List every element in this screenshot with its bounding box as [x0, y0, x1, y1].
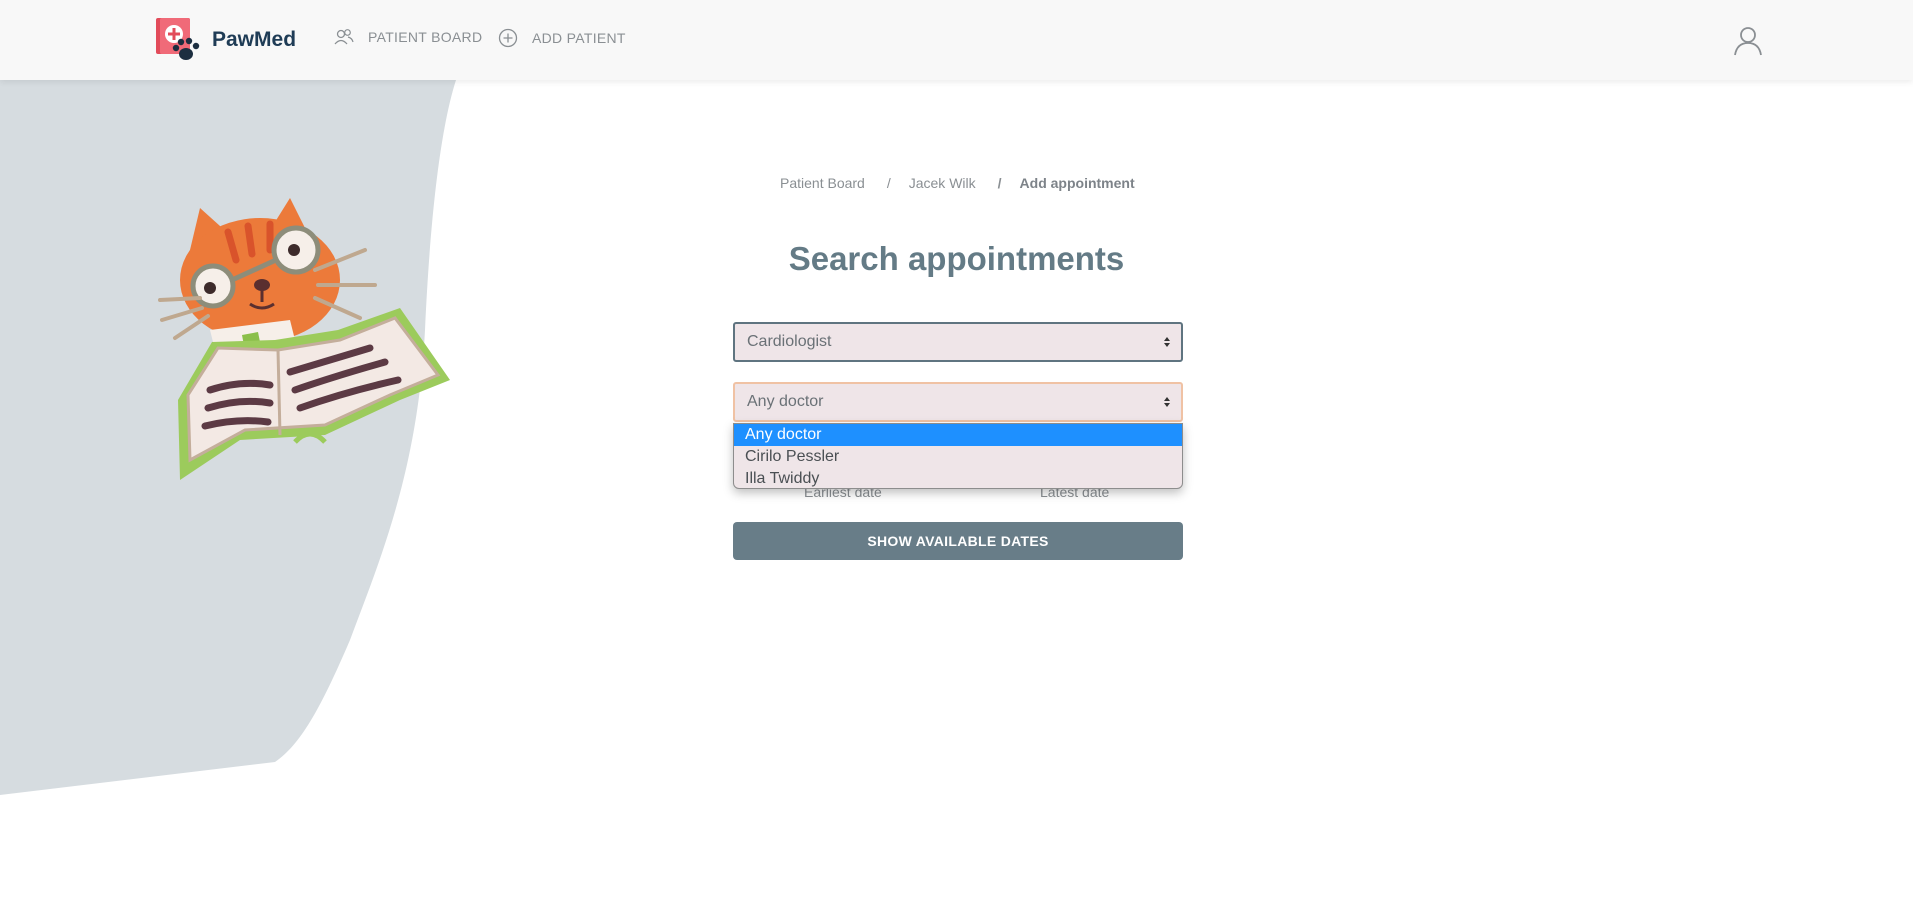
breadcrumb-current: Add appointment	[1019, 175, 1135, 191]
nav-add-patient-label: ADD PATIENT	[532, 30, 626, 46]
doctor-select-value: Any doctor	[747, 393, 824, 410]
brand-name: PawMed	[212, 28, 297, 51]
doctor-dropdown-list: Any doctor Cirilo Pessler Illa Twiddy	[733, 423, 1183, 489]
brand-link[interactable]: PawMed	[156, 16, 296, 64]
top-navbar: PawMed PATIENT BOARD ADD PATIENT	[0, 0, 1913, 80]
breadcrumb-patient[interactable]: Jacek Wilk	[909, 175, 976, 191]
doctor-select[interactable]: Any doctor	[733, 382, 1183, 422]
users-icon	[334, 29, 354, 45]
specialty-select-value: Cardiologist	[747, 333, 832, 350]
nav-patient-board[interactable]: PATIENT BOARD	[334, 28, 482, 46]
doctor-option[interactable]: Illa Twiddy	[734, 468, 1182, 488]
doctor-option[interactable]: Cirilo Pessler	[734, 446, 1182, 468]
select-arrows-icon	[1164, 337, 1170, 347]
breadcrumb-patient-board[interactable]: Patient Board	[780, 175, 865, 191]
breadcrumb-separator: /	[886, 175, 891, 191]
nav-add-patient[interactable]: ADD PATIENT	[498, 28, 626, 48]
page-title: Search appointments	[788, 240, 1125, 277]
breadcrumb: Patient Board / Jacek Wilk / Add appoint…	[780, 175, 1135, 191]
breadcrumb-separator: /	[997, 175, 1002, 191]
user-icon[interactable]	[1733, 26, 1763, 56]
show-available-dates-button[interactable]: SHOW AVAILABLE DATES	[733, 522, 1183, 560]
cat-reading-illustration	[158, 198, 450, 480]
nav-patient-board-label: PATIENT BOARD	[368, 29, 483, 45]
select-arrows-icon	[1164, 397, 1170, 407]
doctor-option[interactable]: Any doctor	[734, 424, 1182, 446]
pawmed-logo-icon	[156, 18, 200, 60]
specialty-select[interactable]: Cardiologist	[733, 322, 1183, 362]
plus-circle-icon	[498, 28, 518, 48]
